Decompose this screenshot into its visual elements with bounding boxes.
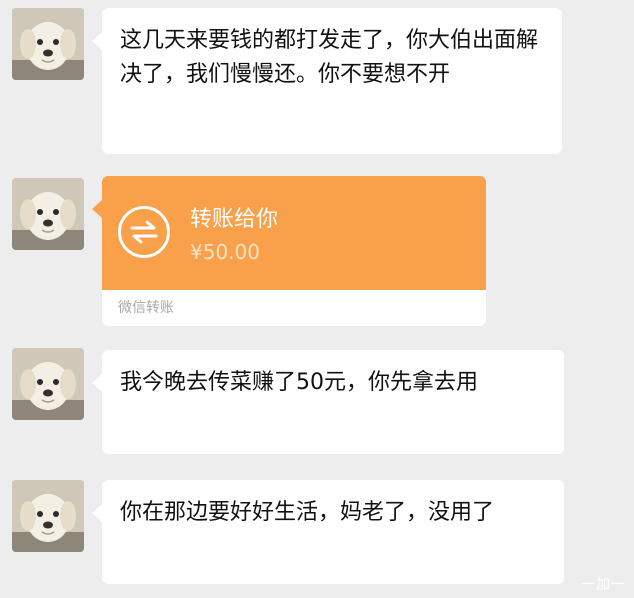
message-text: 这几天来要钱的都打发走了，你大伯出面解决了，我们慢慢还。你不要想不开 bbox=[120, 28, 539, 87]
transfer-arrows-icon bbox=[118, 206, 170, 258]
avatar[interactable] bbox=[12, 480, 84, 552]
bubble-caret bbox=[92, 200, 102, 218]
message-bubble[interactable]: 你在那边要好好生活，妈老了，没用了 bbox=[92, 480, 564, 584]
puppy-avatar-icon bbox=[12, 8, 84, 80]
transfer-title: 转账给你 bbox=[190, 207, 279, 232]
message-bubble[interactable]: 我今晚去传菜赚了50元，你先拿去用 bbox=[92, 350, 564, 454]
transfer-amount: ¥50.00 bbox=[190, 240, 260, 264]
transfer-card[interactable]: 转账给你 ¥50.00 微信转账 bbox=[102, 176, 486, 326]
transfer-source-label: 微信转账 bbox=[118, 300, 174, 316]
puppy-avatar-icon bbox=[12, 178, 84, 250]
puppy-avatar-icon bbox=[12, 348, 84, 420]
chat-view: 这几天来要钱的都打发走了，你大伯出面解决了，我们慢慢还。你不要想不开 转账给你 bbox=[0, 0, 634, 598]
transfer-card-header: 转账给你 ¥50.00 bbox=[102, 176, 486, 290]
message-text: 你在那边要好好生活，妈老了，没用了 bbox=[120, 500, 495, 525]
avatar[interactable] bbox=[12, 178, 84, 250]
avatar[interactable] bbox=[12, 348, 84, 420]
message-bubble[interactable]: 这几天来要钱的都打发走了，你大伯出面解决了，我们慢慢还。你不要想不开 bbox=[92, 8, 562, 154]
puppy-avatar-icon bbox=[12, 480, 84, 552]
message-text: 我今晚去传菜赚了50元，你先拿去用 bbox=[120, 370, 478, 395]
avatar[interactable] bbox=[12, 8, 84, 80]
watermark: 一加一 bbox=[581, 577, 626, 593]
